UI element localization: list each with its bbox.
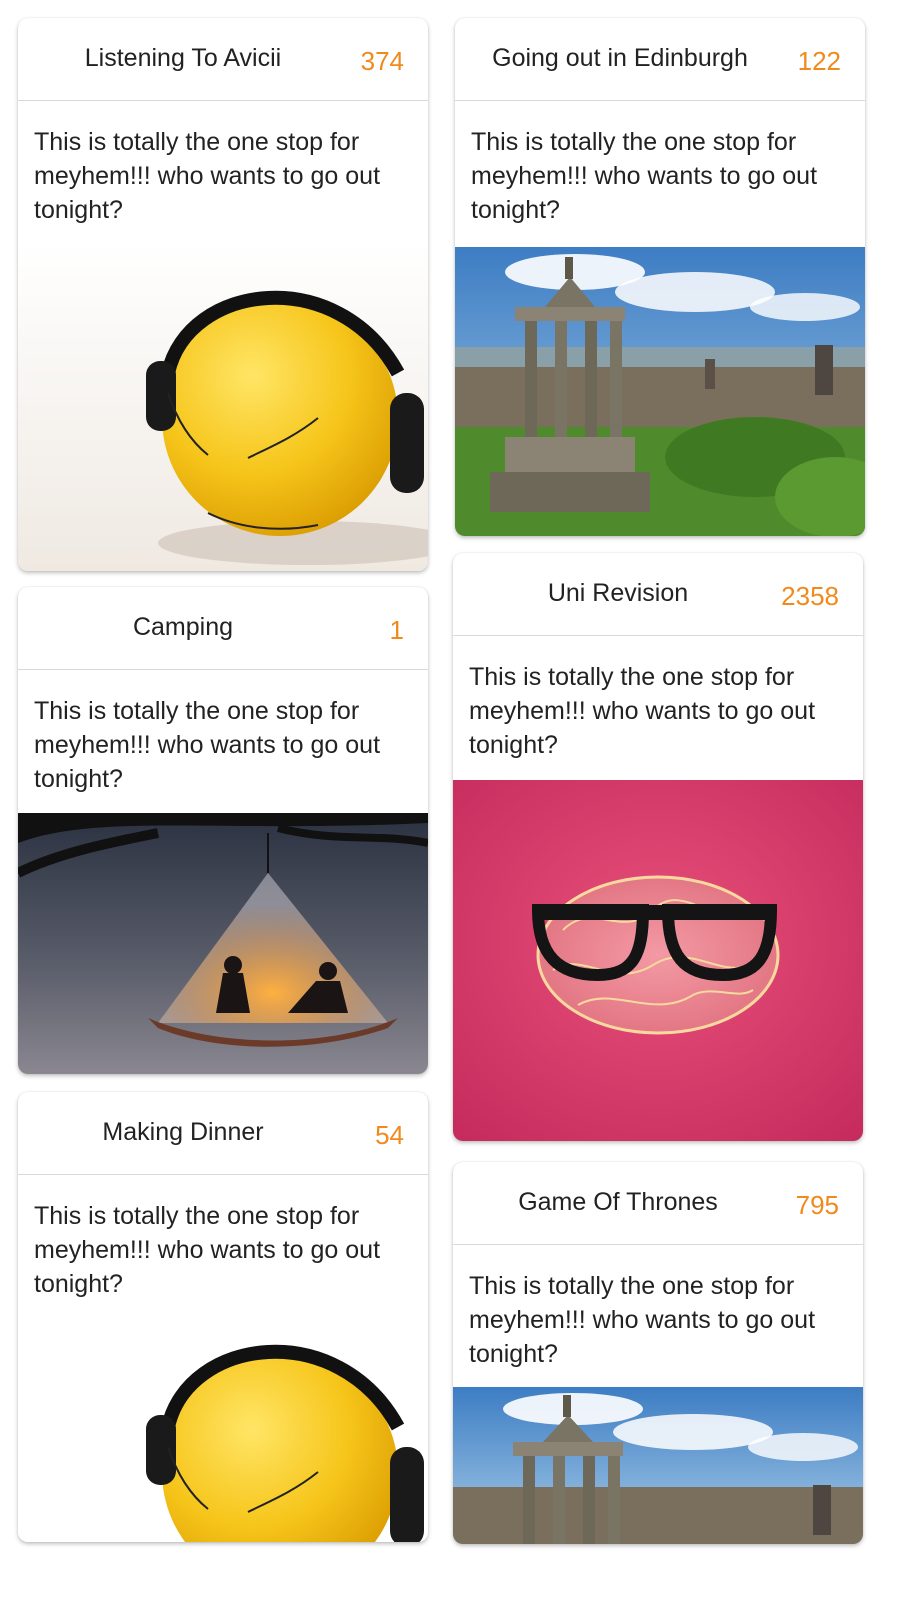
card-count: 795 — [795, 1190, 839, 1220]
card-title: Camping — [132, 613, 234, 641]
card-header: Uni Revision 2358 — [453, 553, 863, 636]
smiley-headphones-image — [18, 1297, 428, 1542]
card-description: This is totally the one stop for meyhem!… — [471, 128, 818, 224]
card-game-of-thrones[interactable]: Game Of Thrones 795 This is totally the … — [453, 1162, 863, 1544]
card-title: Uni Revision — [547, 579, 689, 607]
card-count: 1 — [389, 615, 404, 645]
card-header: Making Dinner 54 — [18, 1092, 428, 1175]
card-camping[interactable]: Camping 1 This is totally the one stop f… — [18, 587, 428, 1074]
card-header: Camping 1 — [18, 587, 428, 670]
smiley-headphones-image — [18, 243, 428, 571]
card-description: This is totally the one stop for meyhem!… — [469, 1272, 816, 1368]
card-listening-to-avicii[interactable]: Listening To Avicii 374 This is totally … — [18, 18, 428, 571]
card-title: Listening To Avicii — [84, 44, 282, 72]
card-going-out-in-edinburgh[interactable]: Going out in Edinburgh 122 This is total… — [455, 18, 865, 536]
card-count: 54 — [375, 1120, 404, 1150]
card-title: Going out in Edinburgh — [492, 44, 748, 72]
card-count: 2358 — [781, 581, 839, 611]
card-description: This is totally the one stop for meyhem!… — [469, 663, 816, 759]
card-header: Going out in Edinburgh 122 — [455, 18, 865, 101]
card-description: This is totally the one stop for meyhem!… — [34, 1202, 381, 1298]
card-feed: Listening To Avicii 374 This is totally … — [0, 0, 900, 1600]
card-description: This is totally the one stop for meyhem!… — [34, 128, 381, 224]
brain-glasses-image — [453, 780, 863, 1141]
card-uni-revision[interactable]: Uni Revision 2358 This is totally the on… — [453, 553, 863, 1141]
hanging-tent-image — [18, 813, 428, 1074]
card-count: 374 — [360, 46, 404, 76]
card-header: Listening To Avicii 374 — [18, 18, 428, 101]
card-count: 122 — [797, 46, 841, 76]
edinburgh-monument-image — [453, 1387, 863, 1544]
card-header: Game Of Thrones 795 — [453, 1162, 863, 1245]
edinburgh-monument-image — [455, 247, 865, 536]
card-title: Making Dinner — [102, 1118, 264, 1146]
card-description: This is totally the one stop for meyhem!… — [34, 697, 381, 793]
card-title: Game Of Thrones — [518, 1188, 718, 1216]
card-making-dinner[interactable]: Making Dinner 54 This is totally the one… — [18, 1092, 428, 1542]
